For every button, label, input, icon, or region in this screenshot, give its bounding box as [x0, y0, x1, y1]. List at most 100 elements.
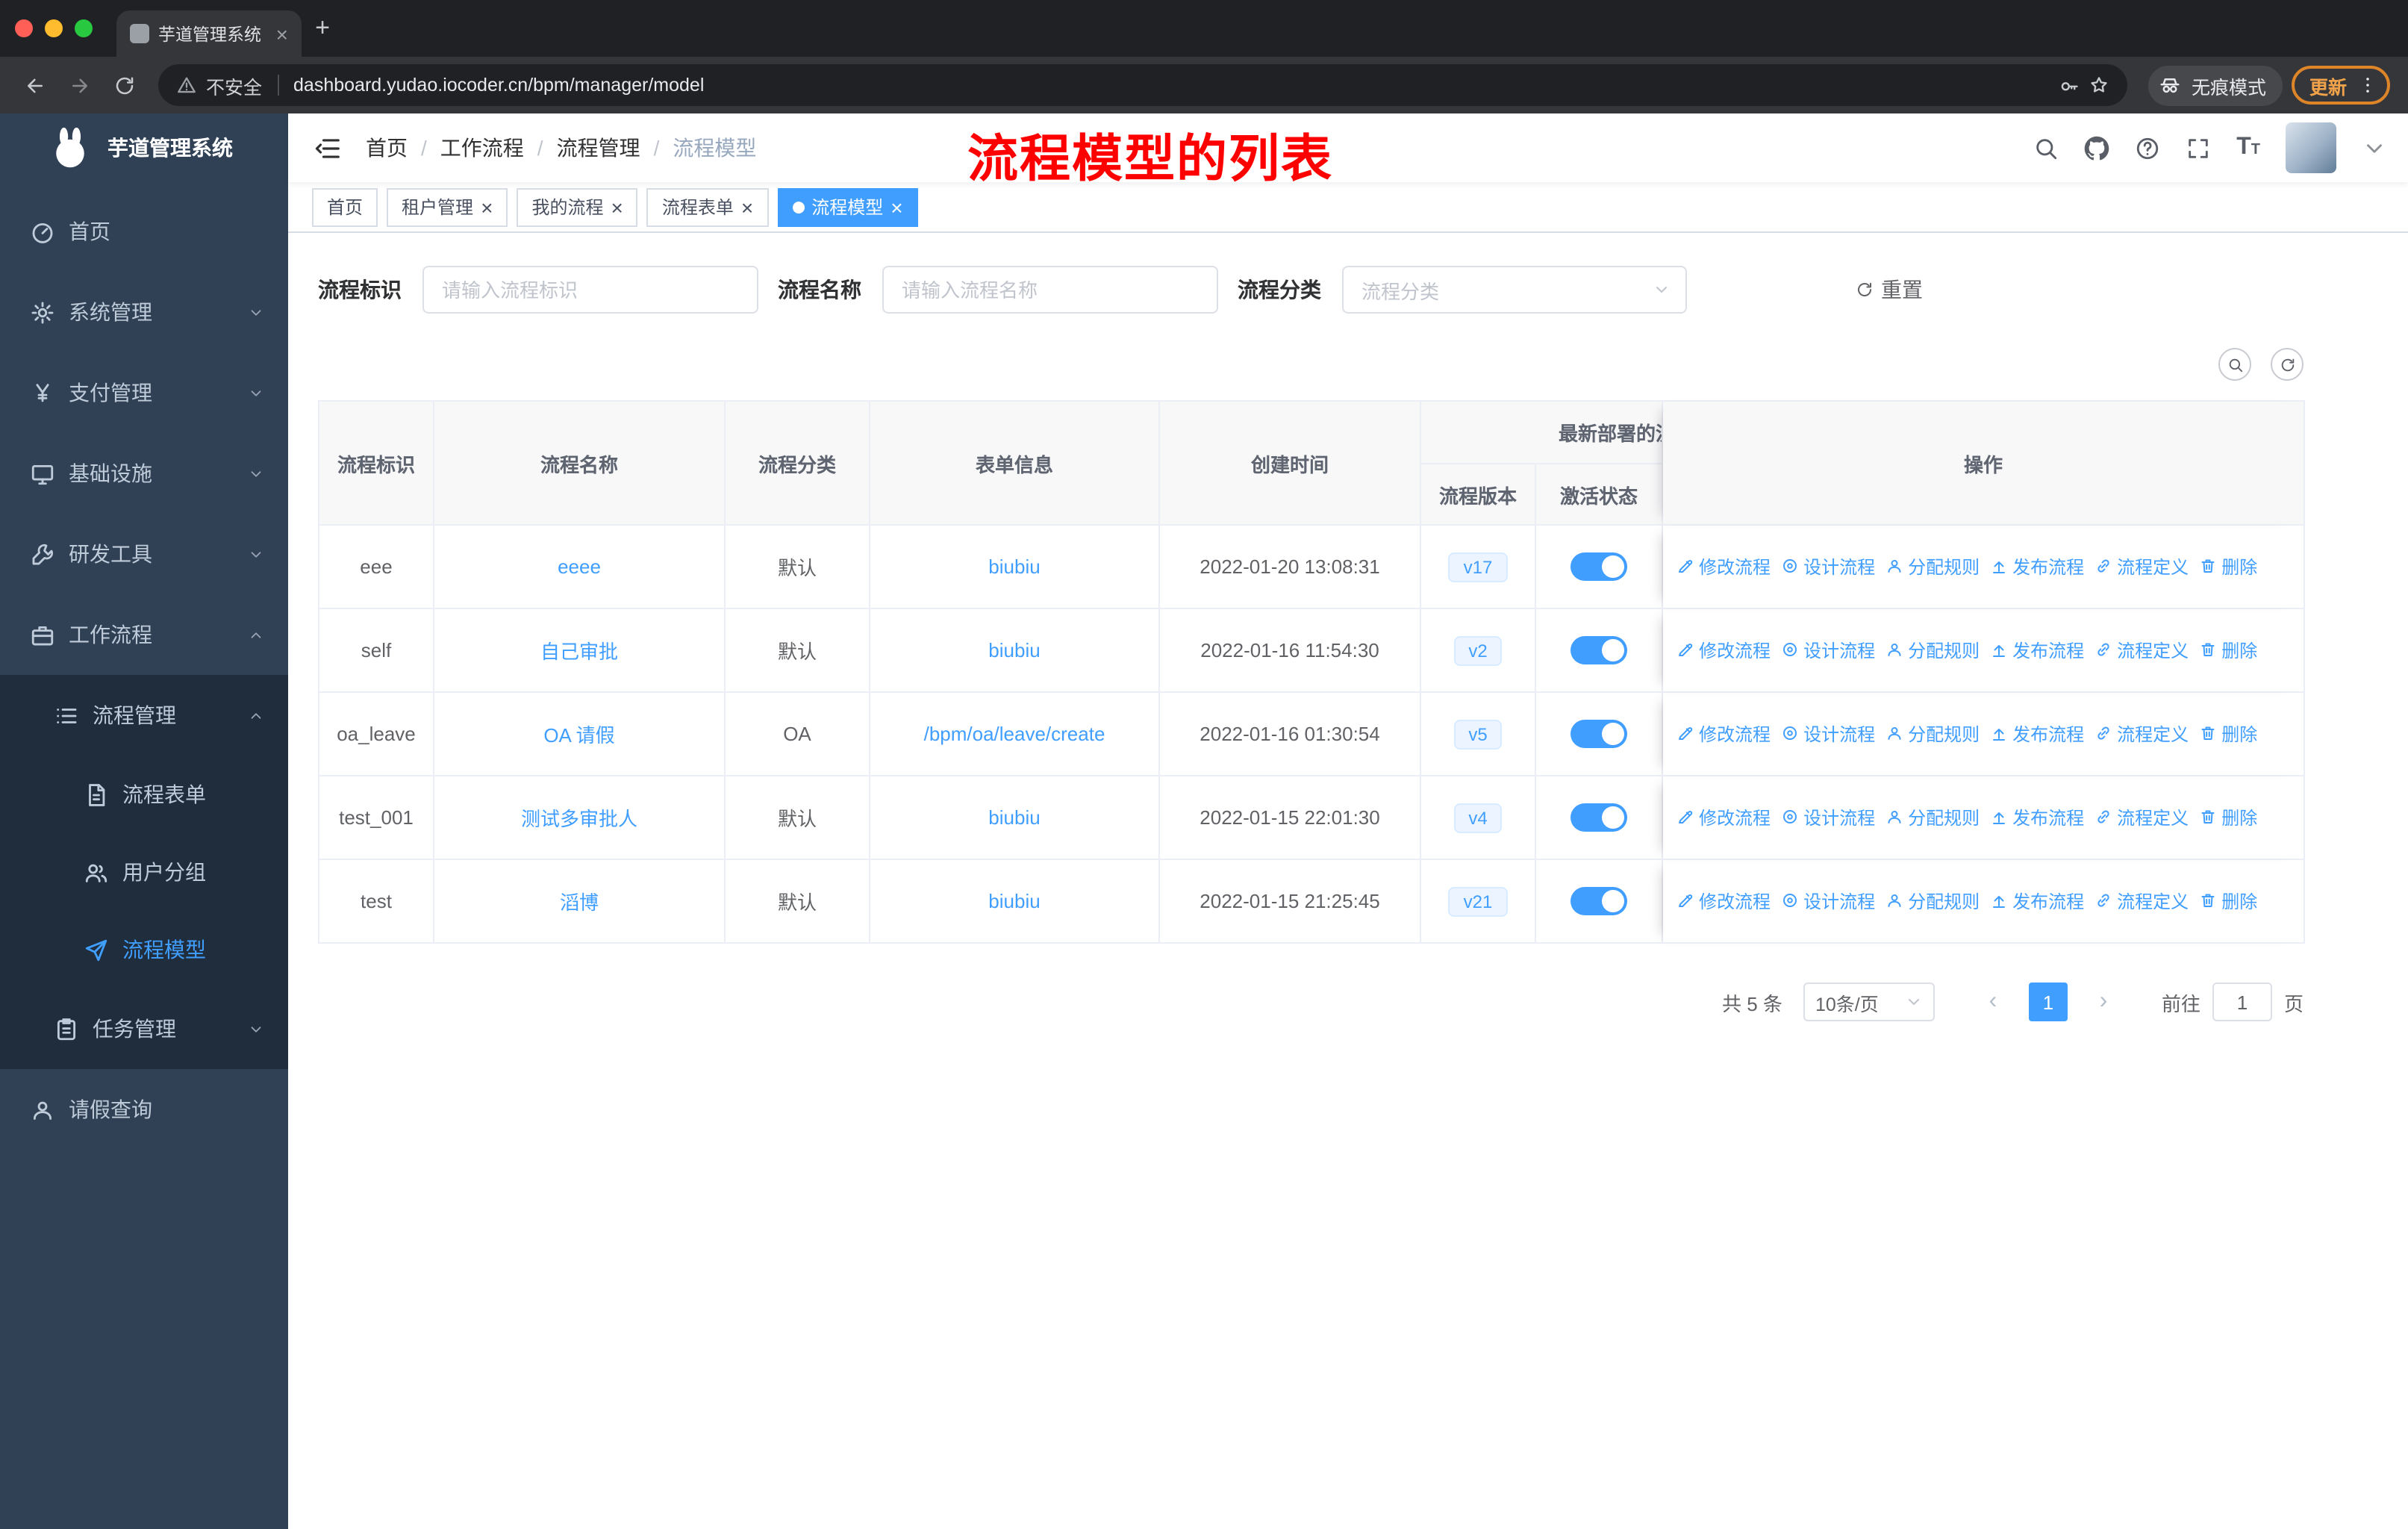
tab-tag[interactable]: 我的流程 × [517, 187, 638, 226]
action-modify[interactable]: 修改流程 [1676, 721, 1771, 747]
create-process-button[interactable]: 新建流程 [318, 343, 472, 385]
action-delete[interactable]: 删除 [2199, 721, 2257, 747]
goto-page-input[interactable] [2212, 983, 2272, 1021]
toggle-search-button[interactable] [2218, 348, 2251, 381]
active-status-toggle[interactable] [1570, 720, 1627, 748]
new-tab-button[interactable]: + [302, 13, 343, 43]
reset-button[interactable]: 重置 [1835, 266, 1944, 314]
active-status-toggle[interactable] [1570, 636, 1627, 664]
action-definition[interactable]: 流程定义 [2094, 638, 2189, 663]
action-design[interactable]: 设计流程 [1781, 888, 1875, 914]
address-bar[interactable]: 不安全 dashboard.yudao.iocoder.cn/bpm/manag… [158, 64, 2127, 106]
page-size-select[interactable]: 10条/页 [1803, 983, 1935, 1021]
action-definition[interactable]: 流程定义 [2094, 888, 2189, 914]
tag-close-icon[interactable]: × [741, 196, 753, 217]
action-delete[interactable]: 删除 [2199, 805, 2257, 830]
action-design[interactable]: 设计流程 [1781, 805, 1875, 830]
tag-close-icon[interactable]: × [481, 196, 493, 217]
action-definition[interactable]: 流程定义 [2094, 554, 2189, 579]
action-definition[interactable]: 流程定义 [2094, 721, 2189, 747]
tab-tag[interactable]: 租户管理 × [387, 187, 508, 226]
breadcrumb-item[interactable]: 工作流程 [440, 133, 524, 163]
global-search-icon[interactable] [2033, 135, 2059, 161]
action-design[interactable]: 设计流程 [1781, 721, 1875, 747]
active-status-toggle[interactable] [1570, 552, 1627, 581]
sidebar-item-leave-query[interactable]: 请假查询 [0, 1069, 288, 1150]
sidebar-item-task-mgmt[interactable]: 任务管理 [0, 988, 288, 1069]
active-status-toggle[interactable] [1570, 803, 1627, 832]
action-modify[interactable]: 修改流程 [1676, 805, 1771, 830]
action-delete[interactable]: 删除 [2199, 554, 2257, 579]
sidebar-item-payment[interactable]: 支付管理 [0, 352, 288, 433]
refresh-table-button[interactable] [2271, 348, 2303, 381]
tag-close-icon[interactable]: × [890, 196, 902, 217]
sidebar-item-system[interactable]: 系统管理 [0, 272, 288, 352]
action-assign-rule[interactable]: 分配规则 [1885, 721, 1980, 747]
sidebar-item-infrastructure[interactable]: 基础设施 [0, 433, 288, 514]
bookmark-star-icon[interactable] [2089, 75, 2109, 96]
sidebar-item-workflow[interactable]: 工作流程 [0, 594, 288, 675]
action-assign-rule[interactable]: 分配规则 [1885, 554, 1980, 579]
action-modify[interactable]: 修改流程 [1676, 554, 1771, 579]
sidebar-item-devtools[interactable]: 研发工具 [0, 514, 288, 594]
breadcrumb-item[interactable]: 流程模型 [673, 133, 756, 163]
process-name-link[interactable]: 滔博 [560, 891, 599, 914]
action-assign-rule[interactable]: 分配规则 [1885, 888, 1980, 914]
process-name-link[interactable]: 测试多审批人 [521, 808, 637, 830]
tab-tag[interactable]: 首页 [312, 187, 378, 226]
back-button[interactable] [12, 63, 57, 108]
action-deploy[interactable]: 发布流程 [1990, 721, 2084, 747]
form-info-link[interactable]: biubiu [988, 639, 1040, 661]
action-delete[interactable]: 删除 [2199, 888, 2257, 914]
github-icon[interactable] [2084, 135, 2109, 161]
action-assign-rule[interactable]: 分配规则 [1885, 805, 1980, 830]
font-size-icon[interactable]: TT [2236, 135, 2260, 160]
tab-tag[interactable]: 流程模型 × [777, 187, 918, 226]
next-page-button[interactable]: › [2084, 983, 2123, 1021]
sidebar-item-process-form[interactable]: 流程表单 [0, 756, 288, 833]
action-deploy[interactable]: 发布流程 [1990, 638, 2084, 663]
action-assign-rule[interactable]: 分配规则 [1885, 638, 1980, 663]
forward-button[interactable] [57, 63, 102, 108]
action-deploy[interactable]: 发布流程 [1990, 888, 2084, 914]
close-window-button[interactable] [15, 19, 33, 37]
form-info-link[interactable]: /bpm/oa/leave/create [924, 723, 1105, 745]
process-name-input[interactable] [882, 266, 1218, 314]
minimize-window-button[interactable] [45, 19, 63, 37]
process-name-link[interactable]: 自己审批 [540, 641, 618, 663]
browser-tab[interactable]: 芋道管理系统 × [116, 10, 302, 57]
collapse-sidebar-button[interactable] [309, 130, 345, 166]
breadcrumb-item[interactable]: 流程管理 [557, 133, 640, 163]
user-avatar[interactable] [2286, 122, 2336, 173]
action-delete[interactable]: 删除 [2199, 638, 2257, 663]
process-key-input[interactable] [422, 266, 758, 314]
active-status-toggle[interactable] [1570, 887, 1627, 915]
page-number-current[interactable]: 1 [2028, 983, 2068, 1021]
category-select[interactable]: 流程分类 [1342, 266, 1687, 314]
tag-close-icon[interactable]: × [611, 196, 623, 217]
action-deploy[interactable]: 发布流程 [1990, 554, 2084, 579]
search-button[interactable]: 搜索 [1705, 266, 1817, 314]
action-modify[interactable]: 修改流程 [1676, 638, 1771, 663]
fullscreen-icon[interactable] [2186, 135, 2211, 161]
password-key-icon[interactable] [2059, 75, 2080, 96]
action-definition[interactable]: 流程定义 [2094, 805, 2189, 830]
sidebar-item-process-model[interactable]: 流程模型 [0, 911, 288, 988]
tab-tag[interactable]: 流程表单 × [646, 187, 769, 226]
process-name-link[interactable]: OA 请假 [543, 724, 614, 747]
reload-button[interactable] [102, 63, 146, 108]
avatar-caret-icon[interactable] [2362, 135, 2387, 161]
app-logo[interactable]: 芋道管理系统 [0, 113, 288, 182]
prev-page-button[interactable]: ‹ [1974, 983, 2012, 1021]
action-modify[interactable]: 修改流程 [1676, 888, 1771, 914]
form-info-link[interactable]: biubiu [988, 890, 1040, 912]
sidebar-item-process-mgmt[interactable]: 流程管理 [0, 675, 288, 756]
tab-close-icon[interactable]: × [276, 23, 288, 44]
action-deploy[interactable]: 发布流程 [1990, 805, 2084, 830]
breadcrumb-item[interactable]: 首页 [366, 133, 408, 163]
sidebar-item-home[interactable]: 首页 [0, 191, 288, 272]
action-design[interactable]: 设计流程 [1781, 638, 1875, 663]
process-name-link[interactable]: eeee [558, 555, 601, 578]
sidebar-item-user-group[interactable]: 用户分组 [0, 833, 288, 911]
import-process-button[interactable]: 导入流程 [487, 343, 640, 385]
